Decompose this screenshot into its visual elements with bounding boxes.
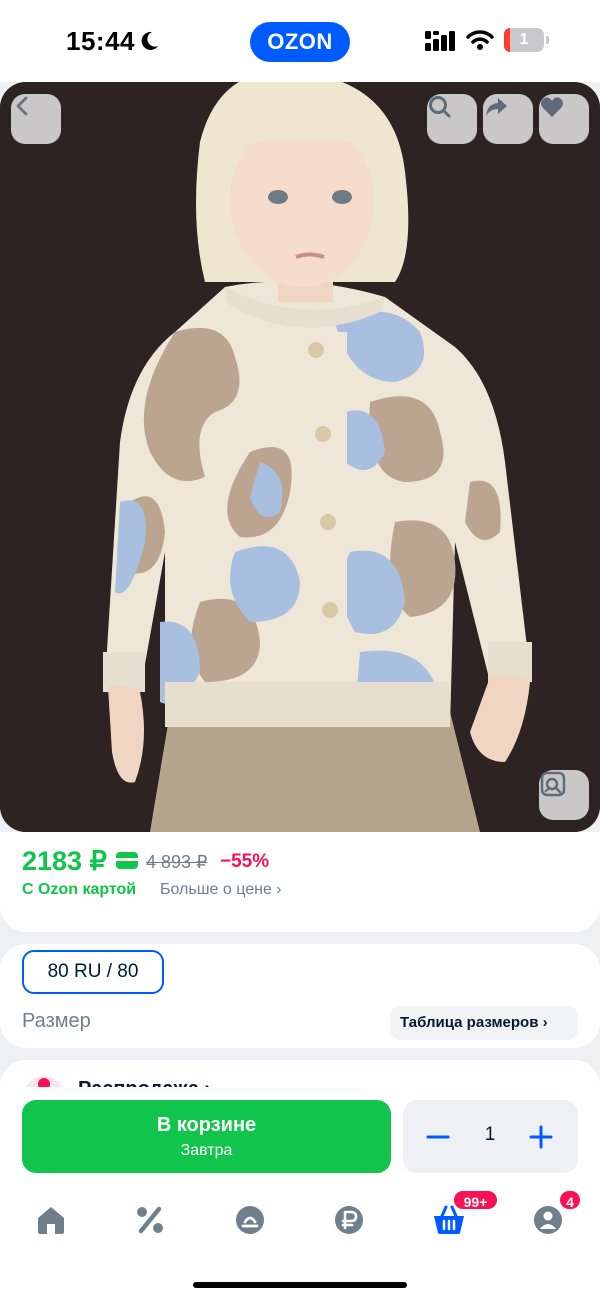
battery-level: 1 (519, 31, 529, 48)
ozon-card-label[interactable]: С Ozon картой (22, 881, 136, 899)
back-icon (16, 96, 28, 116)
ozon-card-icon (116, 852, 138, 869)
percent-icon[interactable] (133, 1204, 167, 1236)
in-cart-button[interactable]: В корзине Завтра (22, 1100, 391, 1173)
cart-count-badge: 99+ (452, 1189, 499, 1211)
share-button[interactable] (483, 94, 533, 144)
price-old: 4 893 ₽ (146, 852, 208, 872)
bottom-action-panel: В корзине Завтра 1 (0, 1087, 600, 1300)
status-time: 15:44 (66, 26, 135, 56)
search-icon (429, 96, 451, 118)
ozon-logo: OZON (250, 22, 350, 62)
search-button[interactable] (427, 94, 477, 144)
ruble-icon[interactable] (332, 1204, 366, 1236)
wifi-icon (466, 30, 494, 50)
catalog-icon[interactable] (233, 1204, 267, 1236)
size-label: Размер (22, 1010, 91, 1032)
cart-button-label: В корзине (156, 1114, 257, 1136)
plus-icon[interactable] (528, 1124, 554, 1150)
quantity-stepper: 1 (403, 1100, 578, 1173)
heart-icon (541, 97, 563, 117)
size-table-button[interactable]: Таблица размеров › (390, 1006, 578, 1040)
product-photo (0, 82, 600, 832)
delivery-date-label: Завтра (180, 1142, 233, 1159)
price-with-card: 2183 ₽ (22, 846, 107, 876)
discount-badge: −55% (220, 851, 270, 872)
size-card: 80 RU / 80 Размер Таблица размеров › (0, 944, 600, 1048)
home-indicator[interactable] (193, 1282, 407, 1288)
profile-notification-badge: 4 (558, 1189, 582, 1211)
share-icon (486, 98, 507, 116)
home-icon[interactable] (34, 1204, 68, 1236)
visual-search-button[interactable] (539, 770, 589, 820)
favorite-button[interactable] (539, 94, 589, 144)
battery-icon: 1 (504, 28, 549, 52)
quantity-value: 1 (484, 1124, 496, 1145)
product-image[interactable] (0, 82, 600, 832)
signal-icon (425, 31, 455, 51)
visual-search-icon (540, 771, 566, 797)
status-bar: 15:44 OZON 1 (0, 0, 600, 82)
more-about-price-link[interactable]: Больше о цене › (160, 881, 282, 899)
price-card: 2183 ₽ 4 893 ₽ −55% С Ozon картой Больше… (0, 832, 600, 932)
moon-icon (141, 31, 158, 50)
profile-icon[interactable] (531, 1204, 565, 1236)
back-button[interactable] (11, 94, 61, 144)
size-option-selected[interactable]: 80 RU / 80 (22, 950, 164, 994)
minus-icon[interactable] (425, 1124, 451, 1150)
